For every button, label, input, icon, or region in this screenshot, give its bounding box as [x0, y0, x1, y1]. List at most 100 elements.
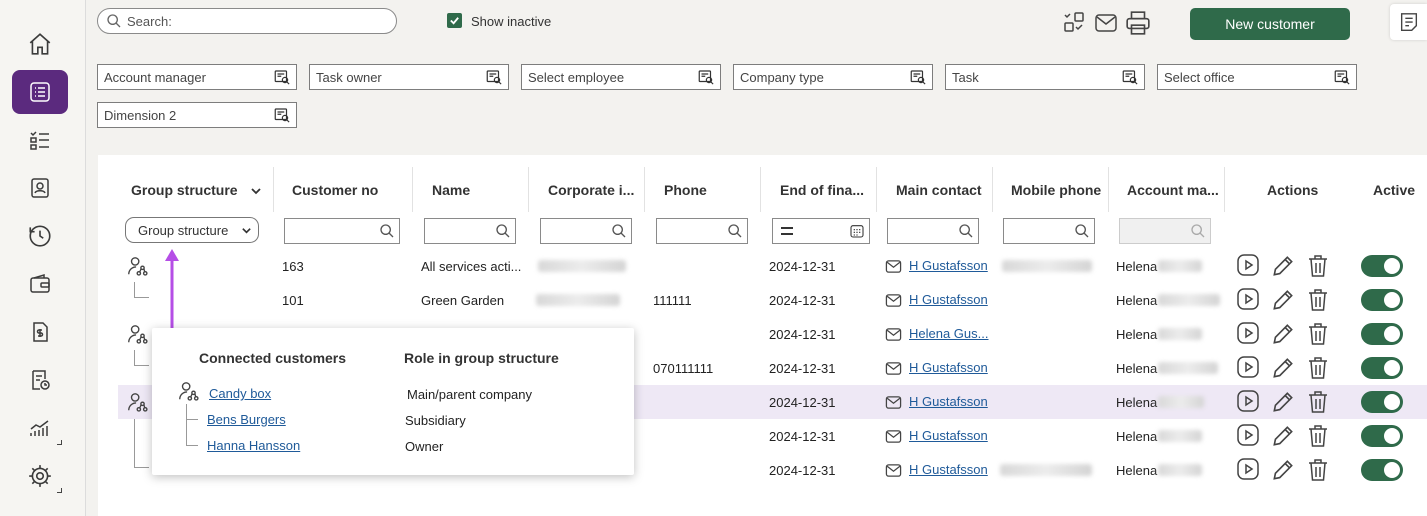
filter-select-employee[interactable]: Select employee	[521, 64, 721, 90]
active-toggle[interactable]	[1361, 391, 1403, 413]
main-contact-link[interactable]: H Gustafsson	[909, 292, 988, 307]
group-structure-icon[interactable]	[126, 391, 148, 413]
trash-icon[interactable]	[1306, 355, 1330, 381]
email-icon[interactable]	[885, 259, 902, 274]
email-icon[interactable]	[1094, 12, 1118, 34]
group-structure-select[interactable]: Group structure	[125, 217, 259, 243]
active-toggle[interactable]	[1361, 425, 1403, 447]
edit-pencil-icon[interactable]	[1270, 253, 1296, 279]
filter-name-input[interactable]	[424, 218, 516, 244]
filter-customer-no-input[interactable]	[284, 218, 400, 244]
filter-company-type[interactable]: Company type	[733, 64, 933, 90]
search-icon	[612, 224, 626, 238]
play-icon[interactable]	[1236, 287, 1260, 311]
group-structure-icon[interactable]	[126, 255, 148, 277]
active-toggle[interactable]	[1361, 289, 1403, 311]
filter-task[interactable]: Task	[945, 64, 1145, 90]
header-mobile-phone[interactable]: Mobile phone	[1011, 182, 1101, 198]
redacted-surname	[1158, 396, 1204, 408]
email-icon[interactable]	[885, 293, 902, 308]
connected-customer-link[interactable]: Hanna Hansson	[207, 438, 300, 453]
print-icon[interactable]	[1125, 10, 1151, 36]
play-icon[interactable]	[1236, 355, 1260, 379]
trash-icon[interactable]	[1306, 321, 1330, 347]
trash-icon[interactable]	[1306, 287, 1330, 313]
main-contact-link[interactable]: H Gustafsson	[909, 394, 988, 409]
play-icon[interactable]	[1236, 389, 1260, 413]
schedule-icon[interactable]	[12, 358, 68, 402]
trash-icon[interactable]	[1306, 389, 1330, 415]
home-icon[interactable]	[12, 22, 68, 66]
header-main-contact[interactable]: Main contact	[896, 182, 982, 198]
time-report-icon[interactable]	[12, 214, 68, 258]
filter-mobile-input[interactable]	[1003, 218, 1095, 244]
wallet-icon[interactable]	[12, 262, 68, 306]
email-icon[interactable]	[885, 463, 902, 478]
play-icon[interactable]	[1236, 253, 1260, 277]
active-toggle[interactable]	[1361, 255, 1403, 277]
connected-customer-link[interactable]: Bens Burgers	[207, 412, 286, 427]
edit-pencil-icon[interactable]	[1270, 457, 1296, 483]
search-input[interactable]	[127, 13, 387, 29]
show-inactive-label: Show inactive	[471, 14, 552, 29]
active-toggle[interactable]	[1361, 323, 1403, 345]
filter-account-manager[interactable]: Account manager	[97, 64, 297, 90]
header-corporate-id[interactable]: Corporate i...	[548, 182, 634, 198]
filter-end-date-input[interactable]	[772, 218, 870, 244]
edit-pencil-icon[interactable]	[1270, 355, 1296, 381]
filter-phone-input[interactable]	[656, 218, 748, 244]
connected-customer-link[interactable]: Candy box	[209, 386, 271, 401]
email-icon[interactable]	[885, 429, 902, 444]
calendar-icon[interactable]	[849, 223, 865, 239]
play-icon[interactable]	[1236, 423, 1260, 447]
edit-pencil-icon[interactable]	[1270, 423, 1296, 449]
equals-operator-icon[interactable]	[779, 225, 795, 237]
email-icon[interactable]	[885, 327, 902, 342]
table-row[interactable]: 101 Green Garden 111111 2024-12-31 H Gus…	[98, 283, 1427, 317]
main-contact-link[interactable]: Helena Gus...	[909, 326, 989, 341]
trash-icon[interactable]	[1306, 253, 1330, 279]
email-icon[interactable]	[885, 395, 902, 410]
bulk-select-icon[interactable]	[1062, 10, 1086, 34]
header-account-manager[interactable]: Account ma...	[1127, 182, 1219, 198]
email-icon[interactable]	[885, 361, 902, 376]
chevron-down-icon[interactable]	[250, 185, 262, 197]
filter-dimension-2[interactable]: Dimension 2	[97, 102, 297, 128]
main-contact-link[interactable]: H Gustafsson	[909, 428, 988, 443]
filter-corporate-id-input[interactable]	[540, 218, 632, 244]
filter-task-owner[interactable]: Task owner	[309, 64, 509, 90]
main-contact-link[interactable]: H Gustafsson	[909, 258, 988, 273]
main-contact-link[interactable]: H Gustafsson	[909, 462, 988, 477]
header-active[interactable]: Active	[1373, 182, 1415, 198]
show-inactive-checkbox[interactable]	[447, 13, 462, 28]
filter-select-office[interactable]: Select office	[1157, 64, 1357, 90]
trash-icon[interactable]	[1306, 457, 1330, 483]
new-customer-button[interactable]: New customer	[1190, 8, 1350, 40]
trash-icon[interactable]	[1306, 423, 1330, 449]
invoice-icon[interactable]	[12, 310, 68, 354]
statistics-icon[interactable]	[12, 406, 68, 450]
group-structure-icon[interactable]	[126, 323, 148, 345]
edit-pencil-icon[interactable]	[1270, 321, 1296, 347]
active-toggle[interactable]	[1361, 357, 1403, 379]
edit-pencil-icon[interactable]	[1270, 389, 1296, 415]
search-field[interactable]	[97, 8, 397, 34]
filter-main-contact-input[interactable]	[887, 218, 979, 244]
play-icon[interactable]	[1236, 457, 1260, 481]
checklist-icon[interactable]	[12, 118, 68, 162]
notes-icon[interactable]	[1390, 4, 1427, 40]
contact-card-icon[interactable]	[12, 166, 68, 210]
header-name[interactable]: Name	[432, 182, 470, 198]
table-row[interactable]: 163 All services acti... 2024-12-31 H Gu…	[98, 249, 1427, 283]
play-icon[interactable]	[1236, 321, 1260, 345]
settings-gear-icon[interactable]	[12, 454, 68, 498]
header-end-of-financial-year[interactable]: End of fina...	[780, 182, 864, 198]
header-customer-no[interactable]: Customer no	[292, 182, 378, 198]
header-group-structure[interactable]: Group structure	[131, 182, 238, 198]
customer-list-icon[interactable]	[12, 70, 68, 114]
main-contact-link[interactable]: H Gustafsson	[909, 360, 988, 375]
active-toggle[interactable]	[1361, 459, 1403, 481]
role-label: Subsidiary	[405, 413, 466, 428]
header-phone[interactable]: Phone	[664, 182, 707, 198]
edit-pencil-icon[interactable]	[1270, 287, 1296, 313]
